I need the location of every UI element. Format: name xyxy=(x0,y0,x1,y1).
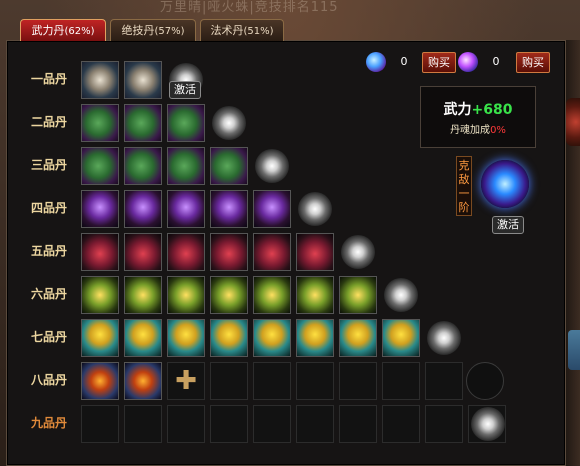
stat-bonus: 丹魂加成0% xyxy=(421,121,535,136)
grade-label: 九品丹 xyxy=(30,416,67,430)
stat-main: 武力+680 xyxy=(421,99,535,119)
buy-purple-orb-button[interactable]: 购买 xyxy=(516,52,550,73)
gold-pot-icon[interactable] xyxy=(382,319,420,357)
tab-label: 绝技丹 xyxy=(121,24,155,37)
side-button-icon[interactable] xyxy=(568,330,580,370)
purple-pill-icon[interactable] xyxy=(210,190,248,228)
tab-percent: (57%) xyxy=(154,26,185,37)
empty-slot[interactable] xyxy=(210,362,248,400)
purple-pill-icon[interactable] xyxy=(124,190,162,228)
red-pill-icon[interactable] xyxy=(253,233,291,271)
empty-slot[interactable] xyxy=(296,362,334,400)
empty-slot[interactable] xyxy=(124,405,162,443)
soul-swirl-icon[interactable] xyxy=(212,106,246,140)
bonus-percent: 0% xyxy=(490,125,506,136)
green-pill-icon[interactable] xyxy=(210,147,248,185)
kedi-activate-button[interactable]: 激活 xyxy=(492,216,524,234)
soul-swirl-icon[interactable] xyxy=(341,235,375,269)
bonus-label: 丹魂加成 xyxy=(450,125,491,136)
empty-slot[interactable] xyxy=(339,405,377,443)
green-pill-icon[interactable] xyxy=(167,104,205,142)
gold-box-icon[interactable] xyxy=(339,276,377,314)
stat-name: 武力 xyxy=(443,102,472,118)
red-pill-icon[interactable] xyxy=(81,233,119,271)
gold-pot-icon[interactable] xyxy=(210,319,248,357)
empty-slot[interactable] xyxy=(425,405,463,443)
side-emblem-icon[interactable] xyxy=(566,98,580,146)
purple-pill-icon[interactable] xyxy=(81,190,119,228)
blue-orb-count: 0 xyxy=(400,55,408,68)
empty-slot[interactable] xyxy=(425,362,463,400)
green-pill-icon[interactable] xyxy=(81,147,119,185)
red-pill-icon[interactable] xyxy=(296,233,334,271)
tab-spell-pill[interactable]: 法术丹(51%) xyxy=(200,19,284,41)
gold-pot-icon[interactable] xyxy=(296,319,334,357)
grade-label: 一品丹 xyxy=(30,72,67,86)
fire-scroll-icon[interactable] xyxy=(124,362,162,400)
fire-scroll-icon[interactable] xyxy=(81,362,119,400)
empty-slot[interactable] xyxy=(81,405,119,443)
empty-slot[interactable] xyxy=(167,405,205,443)
empty-slot[interactable] xyxy=(382,362,420,400)
grade-label: 七品丹 xyxy=(30,330,67,344)
purple-orb-count: 0 xyxy=(492,55,500,68)
soul-swirl-icon[interactable] xyxy=(298,192,332,226)
gold-pot-icon[interactable] xyxy=(339,319,377,357)
empty-soul-slot[interactable] xyxy=(466,362,504,400)
tab-martial-pill[interactable]: 武力丹(62%) xyxy=(20,19,106,41)
purple-pill-icon[interactable] xyxy=(167,190,205,228)
stat-box: 武力+680 丹魂加成0% xyxy=(420,86,536,148)
green-pill-icon[interactable] xyxy=(81,104,119,142)
red-pill-icon[interactable] xyxy=(124,233,162,271)
gold-pot-icon[interactable] xyxy=(167,319,205,357)
gold-box-icon[interactable] xyxy=(210,276,248,314)
stat-value: +680 xyxy=(471,102,513,118)
grade-label: 三品丹 xyxy=(30,158,67,172)
empty-slot[interactable] xyxy=(339,362,377,400)
empty-slot[interactable] xyxy=(382,405,420,443)
white-pill-icon[interactable] xyxy=(81,61,119,99)
soul-swirl-icon[interactable] xyxy=(471,407,505,441)
tab-skill-pill[interactable]: 绝技丹(57%) xyxy=(110,19,196,41)
gold-box-icon[interactable] xyxy=(167,276,205,314)
kedi-orb-icon[interactable] xyxy=(481,160,529,208)
gold-pot-icon[interactable] xyxy=(253,319,291,357)
buy-blue-orb-button[interactable]: 购买 xyxy=(422,52,456,73)
gold-box-icon[interactable] xyxy=(296,276,334,314)
soul-swirl-icon[interactable] xyxy=(255,149,289,183)
grade-label: 八品丹 xyxy=(30,373,67,387)
grade-label: 四品丹 xyxy=(30,201,67,215)
purple-orb-icon xyxy=(458,52,478,72)
soul-swirl-icon[interactable] xyxy=(427,321,461,355)
tab-percent: (62%) xyxy=(64,26,95,37)
empty-slot[interactable] xyxy=(253,362,291,400)
add-pill-icon[interactable]: ✚ xyxy=(167,362,205,400)
empty-slot[interactable] xyxy=(210,405,248,443)
grade1-activate-button[interactable]: 激活 xyxy=(169,81,201,99)
grade-label: 五品丹 xyxy=(30,244,67,258)
green-pill-icon[interactable] xyxy=(124,147,162,185)
tab-percent: (51%) xyxy=(243,26,274,37)
empty-slot[interactable] xyxy=(253,405,291,443)
kedi-label: 克敌一阶 xyxy=(456,156,472,216)
tab-label: 武力丹 xyxy=(31,24,65,37)
grade-label: 六品丹 xyxy=(30,287,67,301)
green-pill-icon[interactable] xyxy=(167,147,205,185)
gold-box-icon[interactable] xyxy=(253,276,291,314)
soul-swirl-icon[interactable] xyxy=(384,278,418,312)
background-title: 万里晴|哑火蛛|竞技排名115 xyxy=(160,0,339,15)
gold-pot-icon[interactable] xyxy=(81,319,119,357)
grade-label: 二品丹 xyxy=(30,115,67,129)
blue-orb-icon xyxy=(366,52,386,72)
gold-box-icon[interactable] xyxy=(124,276,162,314)
gold-box-icon[interactable] xyxy=(81,276,119,314)
red-pill-icon[interactable] xyxy=(210,233,248,271)
red-pill-icon[interactable] xyxy=(167,233,205,271)
purple-pill-icon[interactable] xyxy=(253,190,291,228)
empty-slot[interactable] xyxy=(296,405,334,443)
green-pill-icon[interactable] xyxy=(124,104,162,142)
gold-pot-icon[interactable] xyxy=(124,319,162,357)
tab-label: 法术丹 xyxy=(210,24,244,37)
white-pill-icon[interactable] xyxy=(124,61,162,99)
